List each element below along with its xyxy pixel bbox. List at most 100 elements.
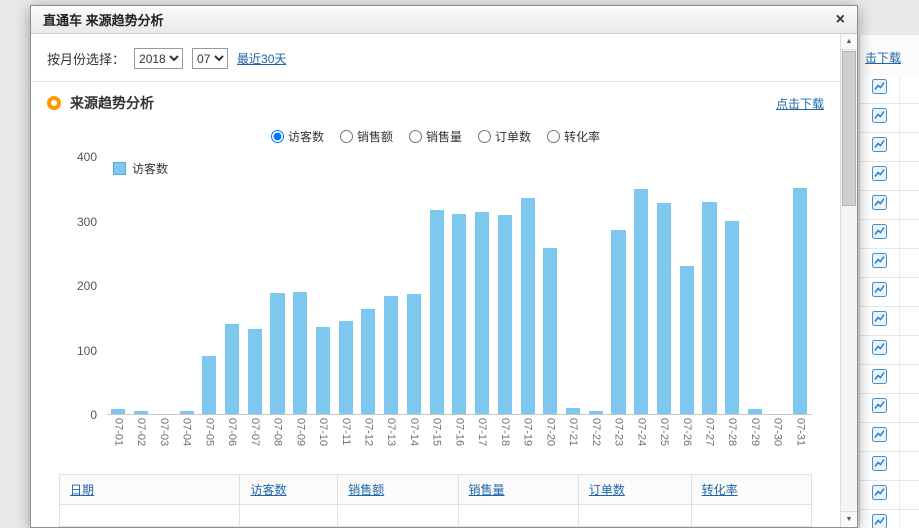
chart-plot-area: 访客数 bbox=[107, 157, 812, 415]
bar-07-26 bbox=[680, 266, 694, 414]
background-table-cell bbox=[900, 394, 919, 422]
modal-header: 直通车 来源趋势分析 × bbox=[31, 6, 857, 34]
table-sort-header[interactable]: 日期 bbox=[70, 483, 94, 497]
bar-slot bbox=[221, 157, 244, 414]
metric-radio-5[interactable]: 转化率 bbox=[547, 128, 600, 145]
table-sort-header[interactable]: 订单数 bbox=[589, 483, 625, 497]
line-chart-icon[interactable] bbox=[872, 369, 887, 389]
radio-input[interactable] bbox=[271, 130, 284, 143]
x-tick-label: 07-22 bbox=[590, 418, 602, 464]
bar-slot bbox=[357, 157, 380, 414]
line-chart-icon[interactable] bbox=[872, 108, 887, 128]
x-tick-label: 07-11 bbox=[340, 418, 352, 464]
line-chart-icon[interactable] bbox=[872, 514, 887, 528]
x-tick-label: 07-17 bbox=[476, 418, 488, 464]
x-tick-label: 07-05 bbox=[203, 418, 215, 464]
background-table-cell bbox=[860, 191, 900, 219]
background-download-link[interactable]: 击下载 bbox=[865, 49, 901, 66]
metric-radio-1[interactable]: 访客数 bbox=[271, 128, 324, 145]
line-chart-icon[interactable] bbox=[872, 79, 887, 99]
background-table-row bbox=[860, 278, 919, 307]
close-icon[interactable]: × bbox=[836, 12, 845, 28]
modal-title: 直通车 来源趋势分析 bbox=[43, 10, 164, 29]
line-chart-icon[interactable] bbox=[872, 224, 887, 244]
bar-slot bbox=[539, 157, 562, 414]
table-sort-header[interactable]: 销售额 bbox=[348, 483, 384, 497]
recent-30-days-link[interactable]: 最近30天 bbox=[237, 50, 286, 67]
background-table-cell bbox=[900, 452, 919, 480]
y-tick-label: 200 bbox=[77, 279, 97, 293]
x-tick-label: 07-10 bbox=[317, 418, 329, 464]
line-chart-icon[interactable] bbox=[872, 166, 887, 186]
radio-input[interactable] bbox=[547, 130, 560, 143]
bar-07-24 bbox=[634, 189, 648, 414]
background-table-row bbox=[860, 191, 919, 220]
x-tick-label: 07-20 bbox=[544, 418, 556, 464]
line-chart-icon[interactable] bbox=[872, 137, 887, 157]
bar-slot bbox=[562, 157, 585, 414]
x-tick-label: 07-21 bbox=[567, 418, 579, 464]
background-table-cell bbox=[860, 481, 900, 509]
download-link[interactable]: 点击下载 bbox=[776, 95, 824, 112]
month-select[interactable]: 07 bbox=[192, 48, 228, 69]
year-select[interactable]: 2018 bbox=[134, 48, 183, 69]
bar-07-09 bbox=[293, 292, 307, 414]
line-chart-icon[interactable] bbox=[872, 282, 887, 302]
bar-07-17 bbox=[475, 212, 489, 414]
modal-body: 按月份选择： 2018 07 最近30天 来源趋势分析 点击下载 访客数销售额销… bbox=[31, 34, 857, 527]
background-table-row bbox=[860, 510, 919, 528]
metric-label: 转化率 bbox=[564, 128, 600, 145]
x-tick-label: 07-31 bbox=[794, 418, 806, 464]
scroll-down-icon[interactable]: ▼ bbox=[841, 511, 857, 527]
background-table-row bbox=[860, 365, 919, 394]
background-table-cell bbox=[900, 481, 919, 509]
background-table-cell bbox=[860, 307, 900, 335]
table-sort-header[interactable]: 销售量 bbox=[469, 483, 505, 497]
background-table-cell bbox=[900, 162, 919, 190]
y-tick-label: 0 bbox=[90, 408, 97, 422]
background-table-row bbox=[860, 75, 919, 104]
bar-07-12 bbox=[361, 309, 375, 414]
x-tick-label: 07-13 bbox=[385, 418, 397, 464]
metric-radio-2[interactable]: 销售额 bbox=[340, 128, 393, 145]
background-table-cell bbox=[900, 278, 919, 306]
bar-07-29 bbox=[748, 409, 762, 414]
bar-07-19 bbox=[521, 198, 535, 414]
background-table-cell bbox=[900, 307, 919, 335]
bar-slot bbox=[175, 157, 198, 414]
metric-radio-4[interactable]: 订单数 bbox=[478, 128, 531, 145]
bar-07-23 bbox=[611, 230, 625, 414]
line-chart-icon[interactable] bbox=[872, 195, 887, 215]
line-chart-icon[interactable] bbox=[872, 311, 887, 331]
radio-input[interactable] bbox=[478, 130, 491, 143]
line-chart-icon[interactable] bbox=[872, 398, 887, 418]
bar-slot bbox=[152, 157, 175, 414]
scroll-up-icon[interactable]: ▲ bbox=[841, 34, 857, 50]
line-chart-icon[interactable] bbox=[872, 456, 887, 476]
x-tick-label: 07-12 bbox=[362, 418, 374, 464]
bar-slot bbox=[721, 157, 744, 414]
x-tick-label: 07-19 bbox=[522, 418, 534, 464]
modal-scrollbar[interactable]: ▲ ▼ bbox=[840, 34, 857, 527]
bar-07-15 bbox=[430, 210, 444, 414]
x-tick-label: 07-06 bbox=[226, 418, 238, 464]
bar-07-11 bbox=[339, 321, 353, 414]
x-tick-label: 07-07 bbox=[249, 418, 261, 464]
table-sort-header[interactable]: 访客数 bbox=[250, 483, 286, 497]
line-chart-icon[interactable] bbox=[872, 253, 887, 273]
scrollbar-thumb[interactable] bbox=[842, 51, 856, 206]
table-sort-header[interactable]: 转化率 bbox=[702, 483, 738, 497]
bar-slot bbox=[630, 157, 653, 414]
bar-slot bbox=[516, 157, 539, 414]
line-chart-icon[interactable] bbox=[872, 485, 887, 505]
line-chart-icon[interactable] bbox=[872, 427, 887, 447]
background-table-row bbox=[860, 220, 919, 249]
radio-input[interactable] bbox=[409, 130, 422, 143]
radio-input[interactable] bbox=[340, 130, 353, 143]
legend-label: 访客数 bbox=[132, 160, 168, 177]
line-chart-icon[interactable] bbox=[872, 340, 887, 360]
bar-07-01 bbox=[111, 409, 125, 414]
background-table-cell bbox=[900, 191, 919, 219]
metric-radio-3[interactable]: 销售量 bbox=[409, 128, 462, 145]
table-cell bbox=[240, 505, 338, 527]
